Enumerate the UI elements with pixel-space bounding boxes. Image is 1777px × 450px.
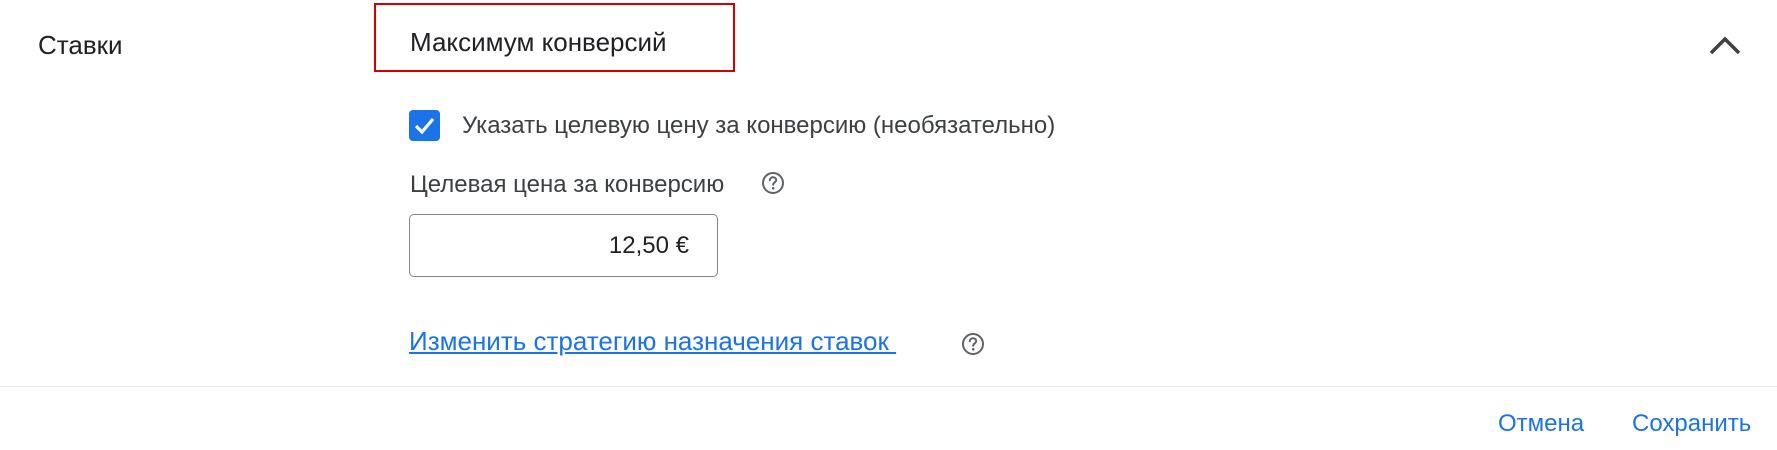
help-circle-icon[interactable] [760, 170, 786, 196]
target-cpa-input[interactable] [409, 214, 718, 277]
help-circle-icon[interactable] [960, 331, 986, 357]
target-cpa-checkbox[interactable] [409, 110, 440, 141]
strategy-title: Максимум конверсий [410, 27, 667, 57]
divider [0, 386, 1777, 387]
checkmark-icon [414, 117, 435, 135]
target-cpa-checkbox-label[interactable]: Указать целевую цену за конверсию (необя… [462, 112, 1055, 140]
cancel-button[interactable]: Отмена [1498, 410, 1584, 438]
section-label: Ставки [38, 30, 123, 60]
save-button[interactable]: Сохранить [1632, 410, 1751, 438]
chevron-up-icon [1709, 36, 1741, 55]
collapse-button[interactable] [1705, 28, 1745, 62]
change-strategy-link[interactable]: Изменить стратегию назначения ставок [409, 326, 896, 357]
target-cpa-field-label: Целевая цена за конверсию [410, 171, 725, 198]
